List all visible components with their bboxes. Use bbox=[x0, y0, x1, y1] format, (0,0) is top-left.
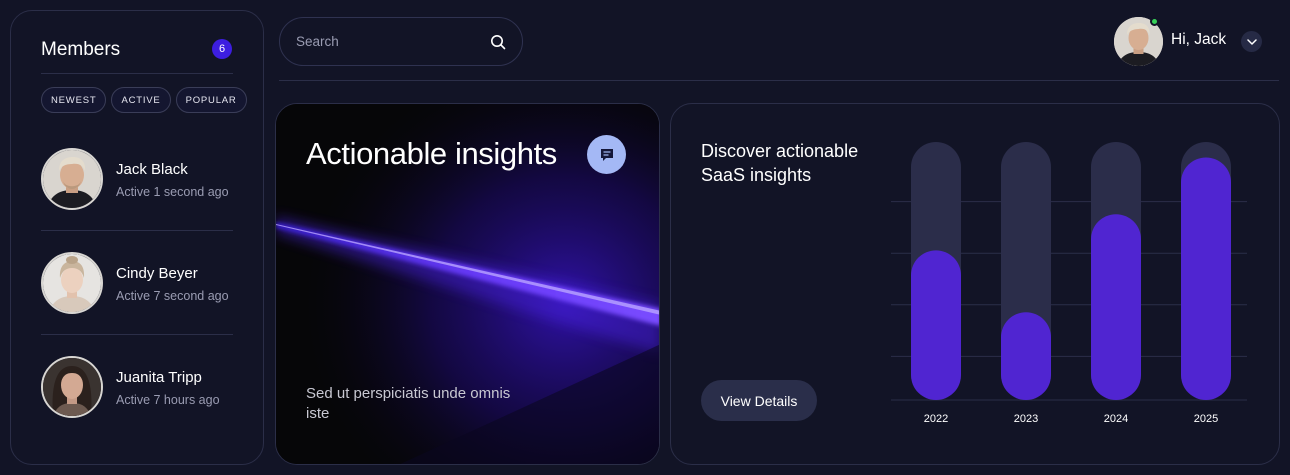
x-tick-label: 2023 bbox=[1014, 413, 1038, 425]
avatar bbox=[41, 356, 103, 418]
chat-icon bbox=[600, 148, 613, 161]
divider bbox=[41, 73, 233, 74]
online-status-dot bbox=[1150, 17, 1159, 26]
member-status: Active 7 hours ago bbox=[116, 393, 220, 407]
member-status: Active 1 second ago bbox=[116, 185, 229, 199]
avatar bbox=[41, 252, 103, 314]
hero-title: Actionable insights bbox=[306, 136, 557, 171]
search-input[interactable] bbox=[296, 18, 476, 65]
member-status: Active 7 second ago bbox=[116, 289, 229, 303]
bar-2024 bbox=[1091, 214, 1141, 400]
x-tick-label: 2022 bbox=[924, 413, 948, 425]
members-title: Members bbox=[41, 39, 121, 60]
avatar bbox=[41, 148, 103, 210]
search-box bbox=[279, 17, 523, 66]
insights-title: Discover actionable SaaS insights bbox=[701, 141, 859, 185]
member-name: Juanita Tripp bbox=[116, 369, 202, 386]
divider bbox=[41, 334, 233, 335]
member-name: Cindy Beyer bbox=[116, 265, 198, 282]
chevron-down-icon bbox=[1246, 38, 1257, 45]
bar-2022 bbox=[911, 250, 961, 400]
member-item[interactable]: Cindy Beyer Active 7 second ago bbox=[41, 252, 241, 316]
members-panel: Members 6 NEWEST ACTIVE POPULAR Jack Bla… bbox=[10, 10, 264, 465]
filter-newest[interactable]: NEWEST bbox=[41, 87, 107, 113]
user-menu-button[interactable] bbox=[1241, 31, 1262, 52]
insights-card: Discover actionable SaaS insights View D… bbox=[670, 103, 1280, 465]
insights-bar-chart: 2022 2023 2024 2025 bbox=[891, 142, 1247, 425]
header-divider bbox=[279, 80, 1279, 81]
user-greeting[interactable]: Hi, Jack bbox=[1171, 31, 1226, 49]
view-details-button[interactable]: View Details bbox=[701, 380, 817, 421]
x-tick-label: 2025 bbox=[1194, 413, 1218, 425]
member-name: Jack Black bbox=[116, 161, 188, 178]
hero-subtitle: Sed ut perspiciatis unde omnis iste bbox=[306, 385, 511, 422]
member-filters: NEWEST ACTIVE POPULAR bbox=[41, 87, 247, 113]
member-item[interactable]: Jack Black Active 1 second ago bbox=[41, 148, 241, 212]
bar-2025 bbox=[1181, 157, 1231, 400]
bar-2023 bbox=[1001, 312, 1051, 400]
member-item[interactable]: Juanita Tripp Active 7 hours ago bbox=[41, 356, 241, 420]
members-count-badge: 6 bbox=[212, 39, 232, 59]
divider bbox=[41, 230, 233, 231]
filter-popular[interactable]: POPULAR bbox=[175, 87, 247, 113]
chat-button[interactable] bbox=[587, 135, 626, 174]
filter-active[interactable]: ACTIVE bbox=[111, 87, 171, 113]
search-icon[interactable] bbox=[489, 33, 507, 51]
x-tick-label: 2024 bbox=[1104, 413, 1128, 425]
